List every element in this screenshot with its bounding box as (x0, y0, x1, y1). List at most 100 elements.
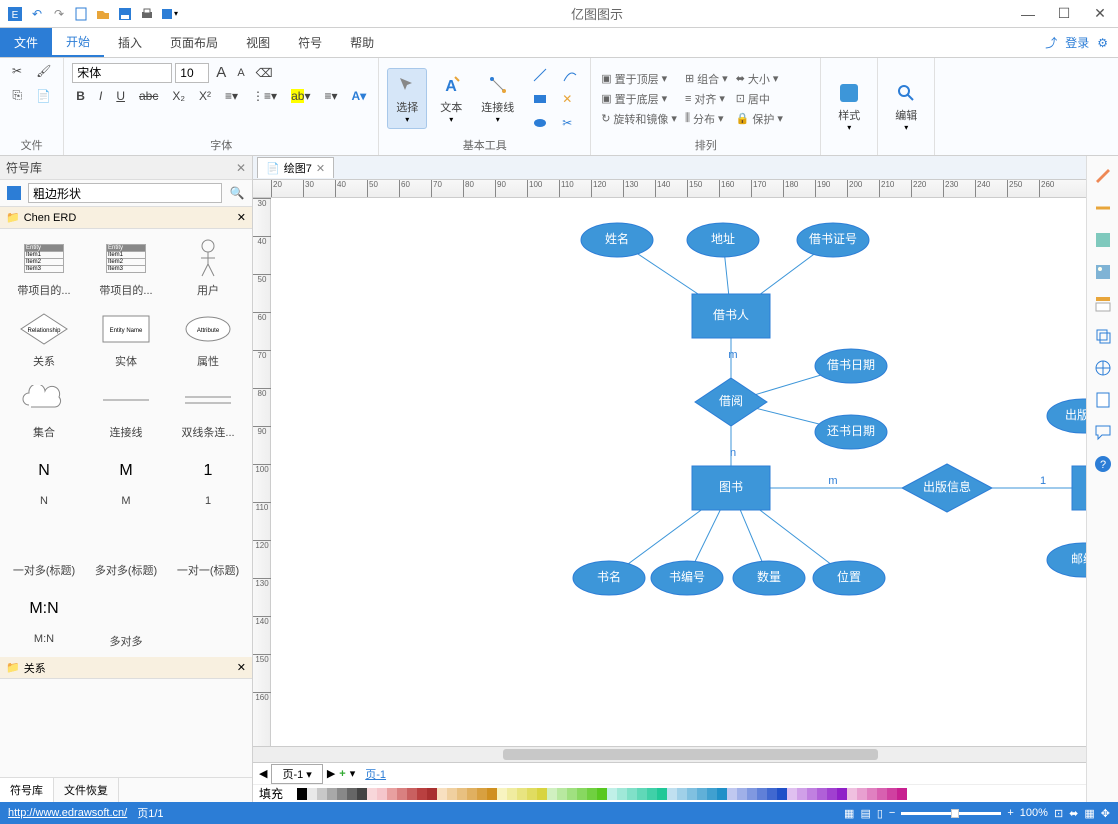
color-swatch[interactable] (537, 788, 547, 800)
distribute-button[interactable]: ⫼分布▾ (683, 110, 730, 128)
color-swatch[interactable] (727, 788, 737, 800)
color-swatch[interactable] (297, 788, 307, 800)
color-swatch[interactable] (367, 788, 377, 800)
page-prev-icon[interactable]: ◀ (259, 767, 267, 780)
shape-item[interactable]: 一对一(标题) (168, 513, 248, 582)
color-swatch[interactable] (877, 788, 887, 800)
grid-icon[interactable]: ▦ (1084, 807, 1094, 820)
color-swatch[interactable] (317, 788, 327, 800)
bullets-icon[interactable]: ⋮≡▾ (248, 87, 281, 105)
tab-file[interactable]: 文件 (0, 28, 52, 57)
related-close-icon[interactable]: ✕ (237, 661, 246, 674)
login-link[interactable]: 登录 (1065, 34, 1089, 51)
zoom-out-icon[interactable]: − (889, 807, 895, 819)
shape-item[interactable]: EntityItem1Item2Item3带项目的... (4, 233, 84, 302)
related-category-header[interactable]: 📁 关系 ✕ (0, 657, 252, 679)
color-swatch[interactable] (647, 788, 657, 800)
rotate-button[interactable]: ↻旋转和镜像▾ (599, 110, 679, 128)
bring-front-button[interactable]: ▣置于顶层▾ (599, 70, 679, 88)
center-button[interactable]: ⊡居中 (734, 90, 785, 108)
color-swatch[interactable] (387, 788, 397, 800)
close-button[interactable]: ✕ (1082, 0, 1118, 28)
color-swatch[interactable] (417, 788, 427, 800)
fill-pane-icon[interactable] (1091, 228, 1115, 252)
color-swatch[interactable] (587, 788, 597, 800)
subscript-button[interactable]: X₂ (168, 87, 189, 105)
category-header[interactable]: 📁 Chen ERD ✕ (0, 207, 252, 229)
share-icon[interactable]: ⤴ (1045, 34, 1057, 51)
shape-item[interactable]: MM (86, 446, 166, 511)
color-swatch[interactable] (787, 788, 797, 800)
pan-icon[interactable]: ✥ (1101, 807, 1110, 820)
color-swatch[interactable] (817, 788, 827, 800)
color-swatch[interactable] (607, 788, 617, 800)
grow-font-icon[interactable]: A (212, 62, 230, 83)
font-size-combo[interactable] (175, 63, 209, 83)
find-button[interactable]: 编辑 ▾ (886, 77, 926, 136)
color-swatch[interactable] (567, 788, 577, 800)
zoom-value[interactable]: 100% (1020, 807, 1048, 819)
copy-icon[interactable]: ⎘ (8, 86, 26, 105)
tab-view[interactable]: 视图 (232, 28, 284, 57)
settings-icon[interactable]: ⚙ (1097, 36, 1108, 50)
tab-symbols[interactable]: 符号 (284, 28, 336, 57)
page-next-icon[interactable]: ▶ (327, 767, 335, 780)
color-swatch[interactable] (847, 788, 857, 800)
sidebar-close-icon[interactable]: ✕ (236, 161, 246, 175)
minimize-button[interactable]: — (1010, 0, 1046, 28)
cut-icon[interactable]: ✂ (8, 62, 26, 80)
color-swatch[interactable] (287, 788, 297, 800)
color-swatch[interactable] (627, 788, 637, 800)
color-swatch[interactable] (897, 788, 907, 800)
color-swatch[interactable] (717, 788, 727, 800)
search-icon[interactable]: 🔍 (225, 183, 249, 203)
color-swatch[interactable] (547, 788, 557, 800)
page-dropdown[interactable]: 页-1 ▾ (271, 764, 322, 784)
color-swatch[interactable] (397, 788, 407, 800)
color-swatch[interactable] (327, 788, 337, 800)
bold-button[interactable]: B (72, 87, 89, 105)
shape-item[interactable]: Entity Name实体 (86, 304, 166, 373)
notes-pane-icon[interactable] (1091, 388, 1115, 412)
new-doc-icon[interactable] (72, 5, 90, 23)
color-swatch[interactable] (757, 788, 767, 800)
redo-icon[interactable]: ↷ (50, 5, 68, 23)
color-swatch[interactable] (747, 788, 757, 800)
fit-width-icon[interactable]: ⬌ (1069, 807, 1078, 820)
tab-start[interactable]: 开始 (52, 28, 104, 57)
color-swatch[interactable] (407, 788, 417, 800)
format-pane-icon[interactable] (1091, 164, 1115, 188)
color-swatch[interactable] (707, 788, 717, 800)
shape-item[interactable]: 双线条连... (168, 375, 248, 444)
zoom-in-icon[interactable]: + (1007, 807, 1013, 819)
send-back-button[interactable]: ▣置于底层▾ (599, 90, 679, 108)
color-swatch[interactable] (377, 788, 387, 800)
color-swatch[interactable] (697, 788, 707, 800)
open-icon[interactable] (94, 5, 112, 23)
layers-pane-icon[interactable] (1091, 324, 1115, 348)
comment-pane-icon[interactable] (1091, 420, 1115, 444)
ellipse-tool-icon[interactable] (528, 113, 552, 133)
view-print-icon[interactable]: ▤ (860, 807, 870, 820)
color-swatch[interactable] (767, 788, 777, 800)
color-swatch[interactable] (427, 788, 437, 800)
picture-pane-icon[interactable] (1091, 260, 1115, 284)
globe-pane-icon[interactable] (1091, 356, 1115, 380)
line-tool-icon[interactable] (528, 65, 552, 85)
clear-format-icon[interactable]: ⌫ (252, 64, 277, 82)
color-swatch[interactable] (457, 788, 467, 800)
page-menu-icon[interactable]: ▾ (350, 767, 356, 780)
color-swatch[interactable] (497, 788, 507, 800)
align-icon[interactable]: ≡▾ (320, 87, 341, 105)
color-swatch[interactable] (487, 788, 497, 800)
bottom-tab-recovery[interactable]: 文件恢复 (54, 778, 119, 802)
color-swatch[interactable] (517, 788, 527, 800)
color-swatch[interactable] (637, 788, 647, 800)
line-spacing-icon[interactable]: ≡▾ (221, 87, 242, 105)
shape-item[interactable]: Relationship关系 (4, 304, 84, 373)
tab-help[interactable]: 帮助 (336, 28, 388, 57)
font-name-combo[interactable] (72, 63, 172, 83)
color-swatch[interactable] (357, 788, 367, 800)
shape-item[interactable]: 多对多 (86, 584, 166, 653)
color-swatch[interactable] (857, 788, 867, 800)
